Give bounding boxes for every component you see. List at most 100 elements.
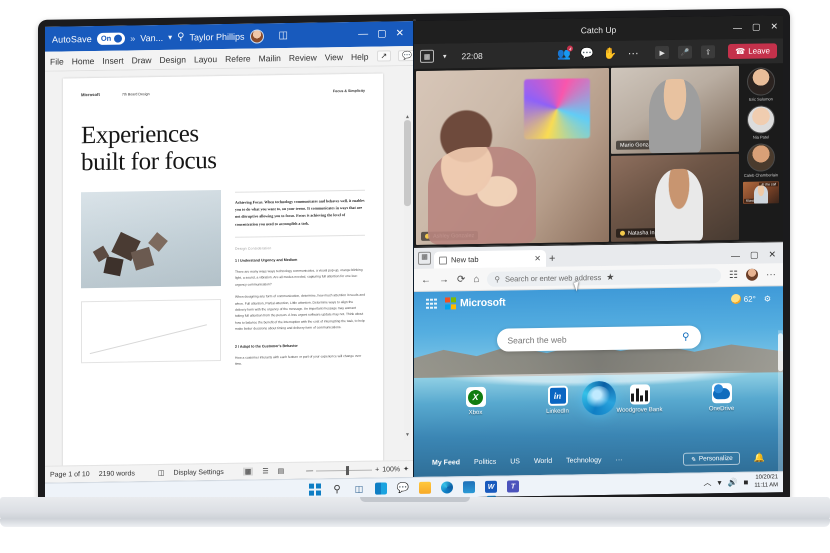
volume-icon[interactable]: 🔊	[728, 478, 738, 487]
document-name[interactable]: Van...	[140, 32, 163, 42]
tray-chevron-icon[interactable]: ︿	[704, 477, 712, 488]
more-options-icon[interactable]: ···	[626, 46, 640, 59]
battery-icon[interactable]: ■	[744, 478, 749, 487]
refresh-icon[interactable]: ⟳	[457, 274, 465, 285]
comments-icon[interactable]: 💬	[398, 49, 414, 62]
zoom-slider-track[interactable]	[316, 465, 373, 475]
edge-system-menu-icon[interactable]: ▦	[418, 251, 431, 265]
roster-item[interactable]: Nia Patel	[747, 105, 775, 140]
focus-mode-icon[interactable]: ✦	[403, 465, 409, 473]
widgets-button[interactable]	[375, 482, 388, 495]
video-tile-ashley[interactable]: Ashley Gonzalez	[416, 67, 609, 245]
feed-tab-politics[interactable]: Politics	[474, 459, 496, 466]
share-icon[interactable]: ↗	[376, 50, 392, 62]
roster-item[interactable]: Kiana Cole In the call	[743, 181, 779, 204]
teams-close-button[interactable]: ✕	[770, 21, 778, 32]
word-minimize-button[interactable]: —	[358, 28, 368, 39]
leave-button[interactable]: ☎ Leave	[728, 43, 777, 60]
ribbon-tab-home[interactable]: Home	[72, 56, 95, 66]
ribbon-tab-file[interactable]: File	[50, 56, 64, 66]
word-scrollbar-thumb[interactable]	[404, 120, 411, 207]
collections-icon[interactable]: ★	[606, 271, 614, 282]
scroll-down-icon[interactable]: ▼	[404, 432, 411, 440]
ribbon-tab-draw[interactable]: Draw	[132, 55, 152, 65]
ribbon-tab-review[interactable]: Review	[289, 52, 317, 62]
feed-tab-my-feed[interactable]: My Feed	[432, 459, 460, 466]
web-layout-icon[interactable]: ☰	[262, 467, 268, 475]
chat-button[interactable]: 💬	[397, 482, 410, 495]
ribbon-tab-mailings[interactable]: Mailin	[259, 53, 281, 63]
ribbon-tab-references[interactable]: Refere	[225, 53, 251, 63]
roster-item[interactable]: Eric Solomon	[747, 67, 775, 102]
edge-close-button[interactable]: ✕	[768, 249, 776, 260]
feed-tab-us[interactable]: US	[510, 458, 520, 465]
store-button[interactable]	[463, 481, 476, 494]
ribbon-tab-insert[interactable]: Insert	[102, 55, 123, 65]
teams-maximize-button[interactable]: ▢	[752, 22, 761, 33]
avatar[interactable]	[249, 28, 264, 44]
zoom-out-button[interactable]: —	[306, 467, 313, 474]
quick-link-xbox[interactable]: Xbox	[450, 386, 502, 417]
close-icon[interactable]: ✕	[534, 254, 541, 263]
microsoft-logo[interactable]: Microsoft	[444, 297, 505, 310]
clock[interactable]: 10/20/21 11:11 AM	[754, 475, 778, 490]
raise-hand-icon[interactable]: ✋	[603, 47, 617, 60]
weather-widget[interactable]: 62°	[730, 293, 756, 305]
people-icon[interactable]: 👥 4	[557, 45, 574, 61]
page-settings-icon[interactable]: ⚙	[764, 294, 771, 303]
gallery-view-icon[interactable]: ▦	[420, 49, 434, 63]
home-icon[interactable]: ⌂	[473, 273, 479, 284]
search-icon[interactable]: ⚲	[177, 32, 184, 43]
word-close-button[interactable]: ✕	[396, 28, 404, 39]
zoom-slider-knob[interactable]	[346, 465, 350, 475]
roster-item[interactable]: Caleb Chamberlain	[744, 143, 778, 178]
print-layout-icon[interactable]: ▦	[242, 467, 254, 476]
ribbon-display-icon[interactable]: ◫	[279, 30, 288, 41]
teams-button[interactable]: T	[507, 480, 520, 493]
edge-scrollbar[interactable]	[778, 330, 783, 477]
edge-maximize-button[interactable]: ▢	[750, 250, 759, 261]
feed-tab-more[interactable]: ···	[616, 457, 623, 464]
autosave-toggle[interactable]: On	[96, 32, 126, 45]
quick-link-woodgrove-bank[interactable]: Woodgrove Bank	[614, 384, 666, 414]
favorites-icon[interactable]: ☷	[729, 269, 738, 280]
address-bar[interactable]: ⚲ Search or enter web address ★	[487, 267, 722, 287]
word-count[interactable]: 2190 words	[99, 470, 135, 478]
word-scrollbar[interactable]: ▲ ▼	[404, 114, 411, 441]
microphone-icon[interactable]: 🎤	[678, 45, 693, 59]
display-settings-label[interactable]: Display Settings	[174, 468, 224, 476]
camera-icon[interactable]: ▶	[655, 45, 670, 60]
ntp-search-box[interactable]: Search the web ⚲	[496, 325, 701, 352]
ribbon-tab-design[interactable]: Design	[160, 54, 186, 64]
feed-tab-technology[interactable]: Technology	[566, 457, 601, 465]
ribbon-tab-help[interactable]: Help	[351, 51, 368, 61]
file-explorer-button[interactable]	[419, 481, 432, 494]
share-screen-icon[interactable]: ⇪	[701, 45, 716, 59]
display-settings-icon[interactable]: ◫	[158, 469, 165, 477]
wifi-icon[interactable]: ▾	[718, 478, 722, 487]
zoom-control[interactable]: — + 100% ✦	[306, 465, 409, 475]
chevron-down-icon[interactable]: ▾	[168, 33, 172, 42]
profile-avatar[interactable]	[746, 268, 758, 281]
chevron-down-icon[interactable]: ▾	[443, 52, 447, 60]
edge-button[interactable]	[441, 481, 454, 494]
new-tab-button[interactable]: +	[549, 253, 555, 265]
back-icon[interactable]: ←	[421, 274, 431, 285]
read-mode-icon[interactable]: ▤	[278, 467, 285, 475]
edge-minimize-button[interactable]: —	[731, 250, 740, 260]
quick-link-linkedin[interactable]: in LinkedIn	[532, 385, 584, 415]
overflow-chevron-icon[interactable]: »	[130, 33, 135, 43]
edge-scrollbar-thumb[interactable]	[778, 333, 783, 372]
forward-icon[interactable]: →	[439, 274, 449, 285]
app-launcher-icon[interactable]	[426, 298, 437, 310]
zoom-level[interactable]: 100%	[382, 466, 400, 473]
word-maximize-button[interactable]: ▢	[377, 28, 386, 39]
settings-more-icon[interactable]: ···	[766, 269, 776, 280]
start-button[interactable]	[309, 483, 322, 496]
ribbon-tab-layout[interactable]: Layou	[194, 54, 217, 64]
feed-tab-world[interactable]: World	[534, 458, 552, 465]
search-button[interactable]: ⚲	[331, 483, 344, 496]
video-tile-mario[interactable]: Mario Gonzales	[611, 65, 739, 154]
bell-icon[interactable]: 🔔	[754, 452, 765, 463]
quick-link-onedrive[interactable]: OneDrive	[696, 383, 748, 413]
